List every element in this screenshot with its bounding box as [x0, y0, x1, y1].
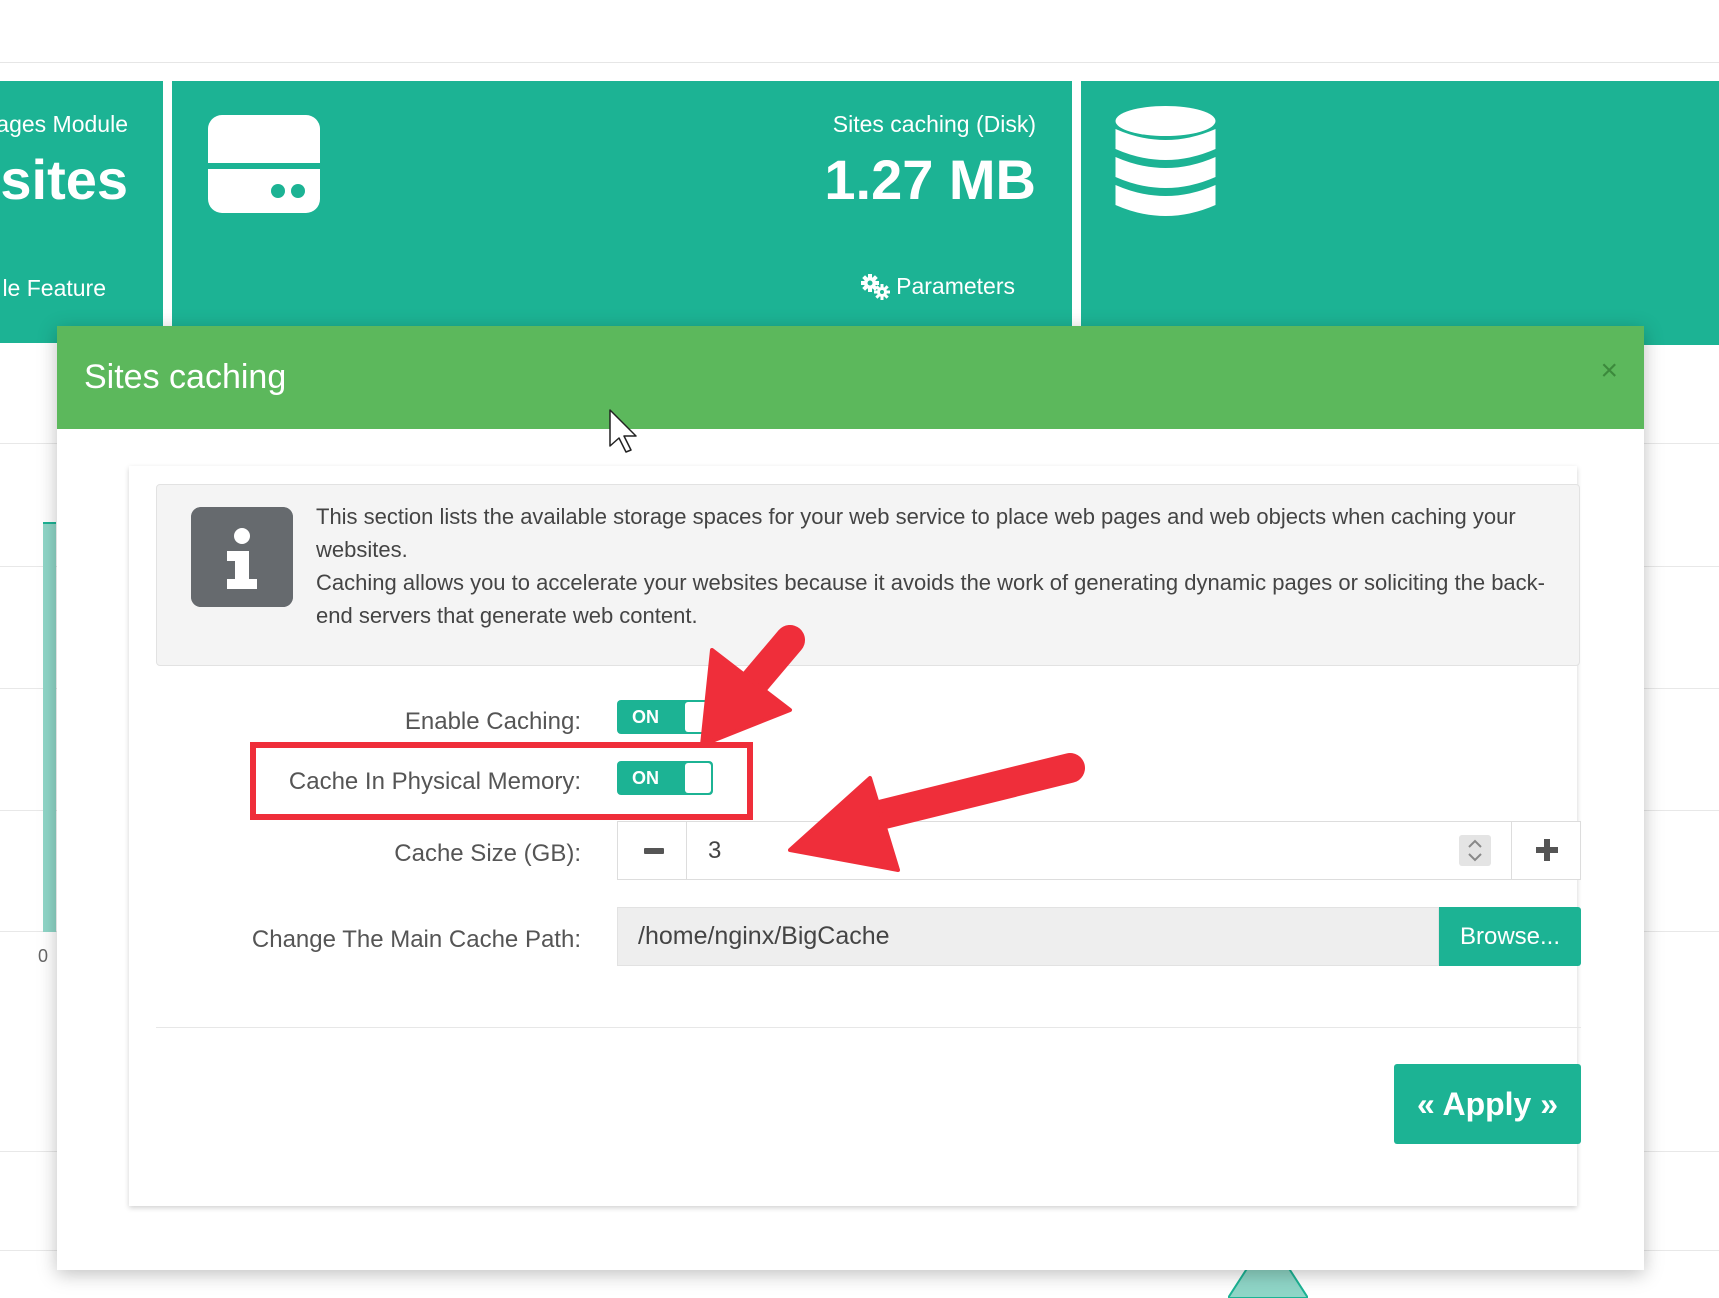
apply-button[interactable]: « Apply »	[1394, 1064, 1581, 1144]
close-button[interactable]: ×	[1600, 356, 1618, 386]
info-box: This section lists the available storage…	[156, 484, 1580, 666]
toggle-state-label: ON	[632, 707, 659, 727]
parameters-link-label: Parameters	[896, 273, 1015, 299]
decrement-button[interactable]	[618, 822, 687, 879]
spinner-arrows-icon[interactable]	[1459, 835, 1491, 866]
info-icon	[191, 507, 293, 607]
pages-module-caption: ages Module	[0, 111, 128, 137]
highlight-box	[250, 742, 753, 820]
increment-button[interactable]	[1511, 822, 1580, 879]
enable-caching-toggle[interactable]: ON	[617, 700, 713, 734]
info-paragraph: Caching allows you to accelerate your we…	[316, 570, 1545, 628]
toggle-knob	[685, 702, 711, 732]
database-icon	[1115, 106, 1216, 216]
browse-button[interactable]: Browse...	[1439, 907, 1581, 966]
enable-caching-label: Enable Caching:	[404, 708, 581, 735]
info-paragraph: This section lists the available storage…	[316, 504, 1516, 562]
disk-cache-tile: Sites caching (Disk) 1.27 MB Parameters	[172, 81, 1072, 343]
cache-path-input[interactable]	[617, 907, 1439, 966]
chart-axis-label: 0	[38, 946, 49, 966]
info-text: This section lists the available storage…	[316, 500, 1556, 632]
modal-title: Sites caching	[84, 358, 287, 396]
parameters-link[interactable]: Parameters	[860, 273, 1015, 300]
pages-module-value: o sites	[0, 148, 128, 211]
disk-cache-caption: Sites caching (Disk)	[832, 111, 1036, 137]
database-tile	[1081, 81, 1719, 345]
form-divider	[156, 1027, 1581, 1028]
disk-cache-value: 1.27 MB	[824, 148, 1036, 211]
modal-header: Sites caching ×	[57, 326, 1644, 429]
cache-size-stepper	[617, 821, 1581, 880]
cogs-icon	[861, 273, 891, 300]
cache-size-label: Cache Size (GB):	[394, 840, 581, 867]
chart-bar	[43, 522, 56, 932]
top-bar	[0, 0, 1719, 63]
pages-module-tile: ages Module o sites le Feature	[0, 81, 163, 343]
cache-path-label: Change The Main Cache Path:	[251, 926, 581, 953]
cache-size-input[interactable]	[686, 822, 1512, 879]
pages-module-link[interactable]: le Feature	[2, 275, 106, 302]
hdd-icon	[208, 115, 320, 213]
